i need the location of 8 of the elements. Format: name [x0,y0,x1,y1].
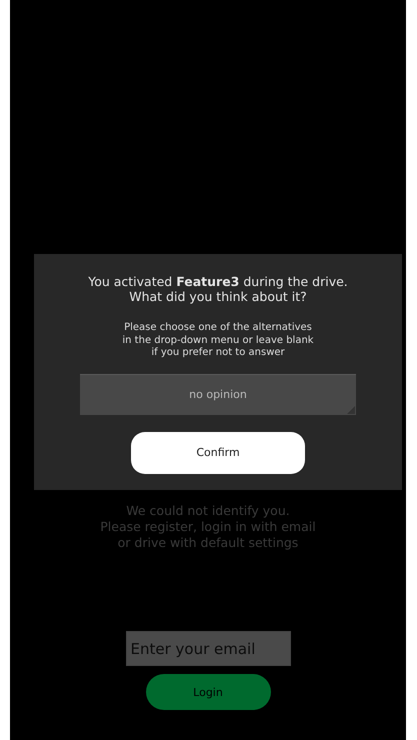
opinion-dropdown[interactable]: no opinion [80,374,356,414]
email-field[interactable]: Enter your email [126,631,290,666]
login-button[interactable]: Login [146,674,270,710]
confirm-button[interactable]: Confirm [131,432,305,474]
dialog-question: You activated Feature3 during the drive. What did you think about it? [88,274,348,304]
dialog-instructions: Please choose one of the alternatives in the drop-down menu or leave blank if you prefer not to answer [122,322,314,360]
identification-message: We could not identify you. Please register, login in with email or drive with default settings [100,503,316,551]
corner-triangle-icon [347,406,355,414]
